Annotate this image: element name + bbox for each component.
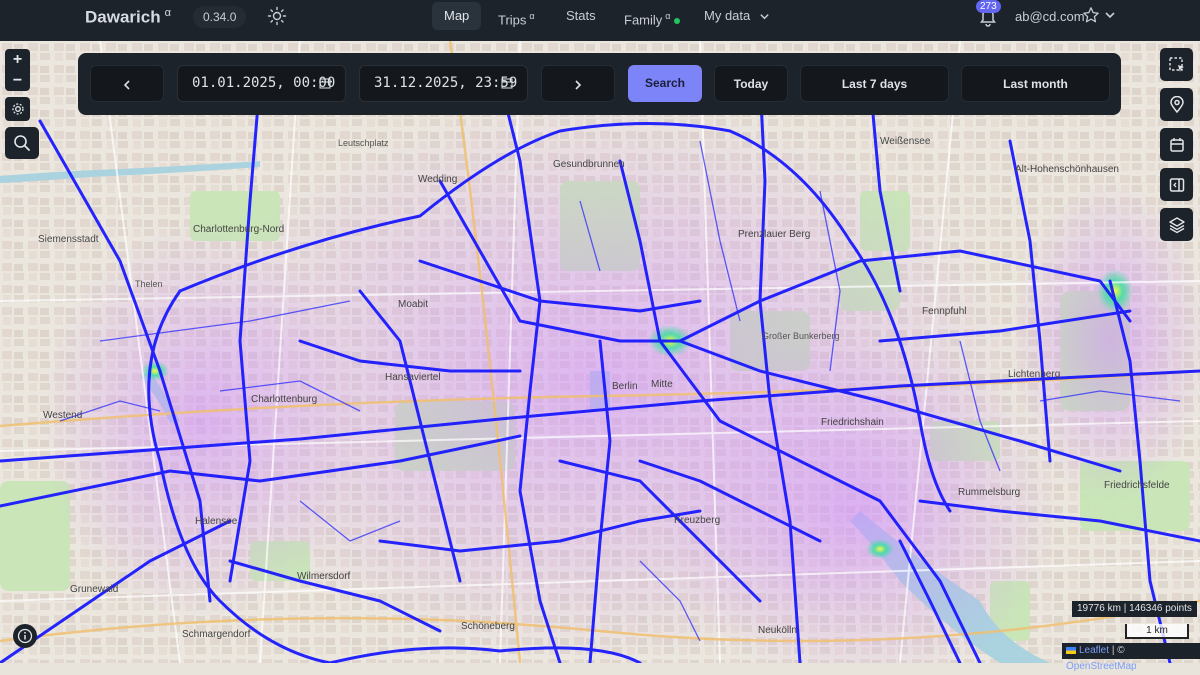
sun-icon[interactable] (267, 6, 287, 26)
last-7-days-button[interactable]: Last 7 days (800, 65, 949, 102)
label-berlin: Berlin (612, 381, 638, 392)
calendar-icon[interactable] (501, 77, 513, 89)
version-badge: 0.34.0 (193, 6, 247, 28)
selection-icon (1168, 56, 1184, 72)
star-icon[interactable] (1082, 6, 1100, 24)
label-lichtenberg: Lichtenberg (1008, 369, 1061, 380)
label-friedrichsfelde: Friedrichsfelde (1104, 480, 1170, 491)
today-button[interactable]: Today (714, 65, 788, 102)
nav-map[interactable]: Map (432, 2, 482, 30)
label-siemensstadt: Siemensstadt (38, 234, 99, 245)
nav-family[interactable]: Family α (612, 2, 692, 30)
chevron-right-icon (575, 80, 582, 90)
attribution-separator: | © (1111, 645, 1125, 656)
nav-trips-sup: α (529, 11, 535, 21)
user-menu-chevron-icon[interactable] (1104, 9, 1116, 21)
layers-icon (1168, 216, 1185, 233)
label-grosser-bunkerberg: Großer Bunkerberg (762, 331, 840, 341)
app-logo[interactable]: Dawarich α (85, 7, 171, 28)
top-navbar: Dawarich α 0.34.0 Map Trips α Stats Family… (0, 0, 1200, 41)
nav-trips[interactable]: Trips α (486, 2, 547, 30)
chevron-left-icon (123, 80, 130, 90)
map-canvas[interactable]: Siemensstadt Charlottenburg-Nord Wedding… (0, 41, 1200, 663)
online-status-dot (674, 17, 681, 24)
nav-family-sup: α (665, 11, 671, 21)
last-month-button[interactable]: Last month (961, 65, 1110, 102)
label-westend: Westend (43, 410, 83, 421)
label-wilmersdorf: Wilmersdorf (297, 571, 351, 582)
start-date-value: 01.01.2025, 00:00 (192, 75, 336, 91)
nav-stats[interactable]: Stats (554, 2, 608, 30)
label-charlottenburg-nord: Charlottenburg-Nord (193, 224, 285, 235)
leaflet-link[interactable]: Leaflet (1079, 645, 1109, 656)
label-fennpfuhl: Fennpfuhl (922, 306, 967, 317)
map-attribution: Leaflet | © OpenStreetMap (1062, 643, 1200, 672)
search-icon (14, 135, 30, 151)
label-schoeneberg: Schöneberg (461, 621, 515, 632)
panel-toggle-icon (1169, 177, 1184, 192)
label-charlottenburg: Charlottenburg (251, 394, 318, 405)
label-rummelsburg: Rummelsburg (958, 487, 1021, 498)
zoom-control: + − (5, 49, 30, 91)
info-icon (17, 628, 33, 644)
calendar-panel-button[interactable] (1160, 128, 1193, 161)
settings-button[interactable] (5, 97, 30, 121)
nav-trips-label: Trips (498, 12, 527, 28)
area-select-button[interactable] (1160, 48, 1193, 81)
user-email[interactable]: ab@cd.com (1015, 9, 1085, 24)
distance-points-stats: 19776 km | 146346 points (1072, 601, 1197, 617)
label-schmargendorf: Schmargendorf (182, 629, 251, 640)
calendar-icon[interactable] (319, 77, 331, 89)
label-alt-hohenschoenhausen: Alt-Hohenschönhausen (1015, 164, 1119, 175)
info-button[interactable] (13, 624, 37, 648)
search-button[interactable]: Search (628, 65, 702, 102)
label-grunewald: Grunewald (70, 584, 119, 595)
notification-count-badge: 273 (976, 0, 1001, 13)
end-date-value: 31.12.2025, 23:59 (374, 75, 518, 91)
end-date-input[interactable]: 31.12.2025, 23:59 (359, 65, 528, 102)
label-gesundbrunnen: Gesundbrunnen (553, 159, 625, 170)
nav-family-label: Family (624, 12, 663, 28)
previous-period-button[interactable] (90, 65, 164, 102)
zoom-out-button[interactable]: − (5, 70, 30, 91)
app-name-sup: α (164, 7, 171, 19)
ukraine-flag-icon (1066, 646, 1076, 654)
app-name[interactable]: Dawarich (85, 8, 161, 27)
date-range-panel: 01.01.2025, 00:00 31.12.2025, 23:59 Sear… (78, 53, 1121, 115)
label-neukoelln: Neukölln (758, 625, 797, 636)
start-date-input[interactable]: 01.01.2025, 00:00 (177, 65, 346, 102)
label-halensee: Halensee (195, 516, 238, 527)
label-leutschplatz: Leutschplatz (338, 138, 389, 148)
places-button[interactable] (1160, 88, 1193, 121)
next-period-button[interactable] (541, 65, 615, 102)
zoom-in-button[interactable]: + (5, 49, 30, 70)
label-prenzlauer-berg: Prenzlauer Berg (738, 229, 811, 240)
side-panel-toggle-button[interactable] (1160, 168, 1193, 201)
map-tiles (0, 41, 1200, 663)
label-thelen: Thelen (135, 279, 163, 289)
label-hansaviertel: Hansaviertel (385, 372, 441, 383)
label-moabit: Moabit (398, 299, 429, 310)
nav-my-data[interactable]: My data (692, 2, 782, 30)
label-friedrichshain: Friedrichshain (821, 417, 884, 428)
map-pin-icon (1169, 95, 1184, 113)
label-weissensee: Weißensee (880, 136, 931, 147)
layers-button[interactable] (1160, 208, 1193, 241)
scale-bar: 1 km (1125, 624, 1189, 639)
label-mitte: Mitte (651, 379, 673, 390)
label-kreuzberg: Kreuzberg (674, 515, 721, 526)
nav-my-data-label: My data (704, 8, 751, 23)
chevron-down-icon (760, 14, 769, 20)
map-search-button[interactable] (5, 127, 39, 159)
calendar-icon (1169, 137, 1184, 152)
gear-icon (11, 103, 24, 115)
label-wedding: Wedding (418, 174, 458, 185)
